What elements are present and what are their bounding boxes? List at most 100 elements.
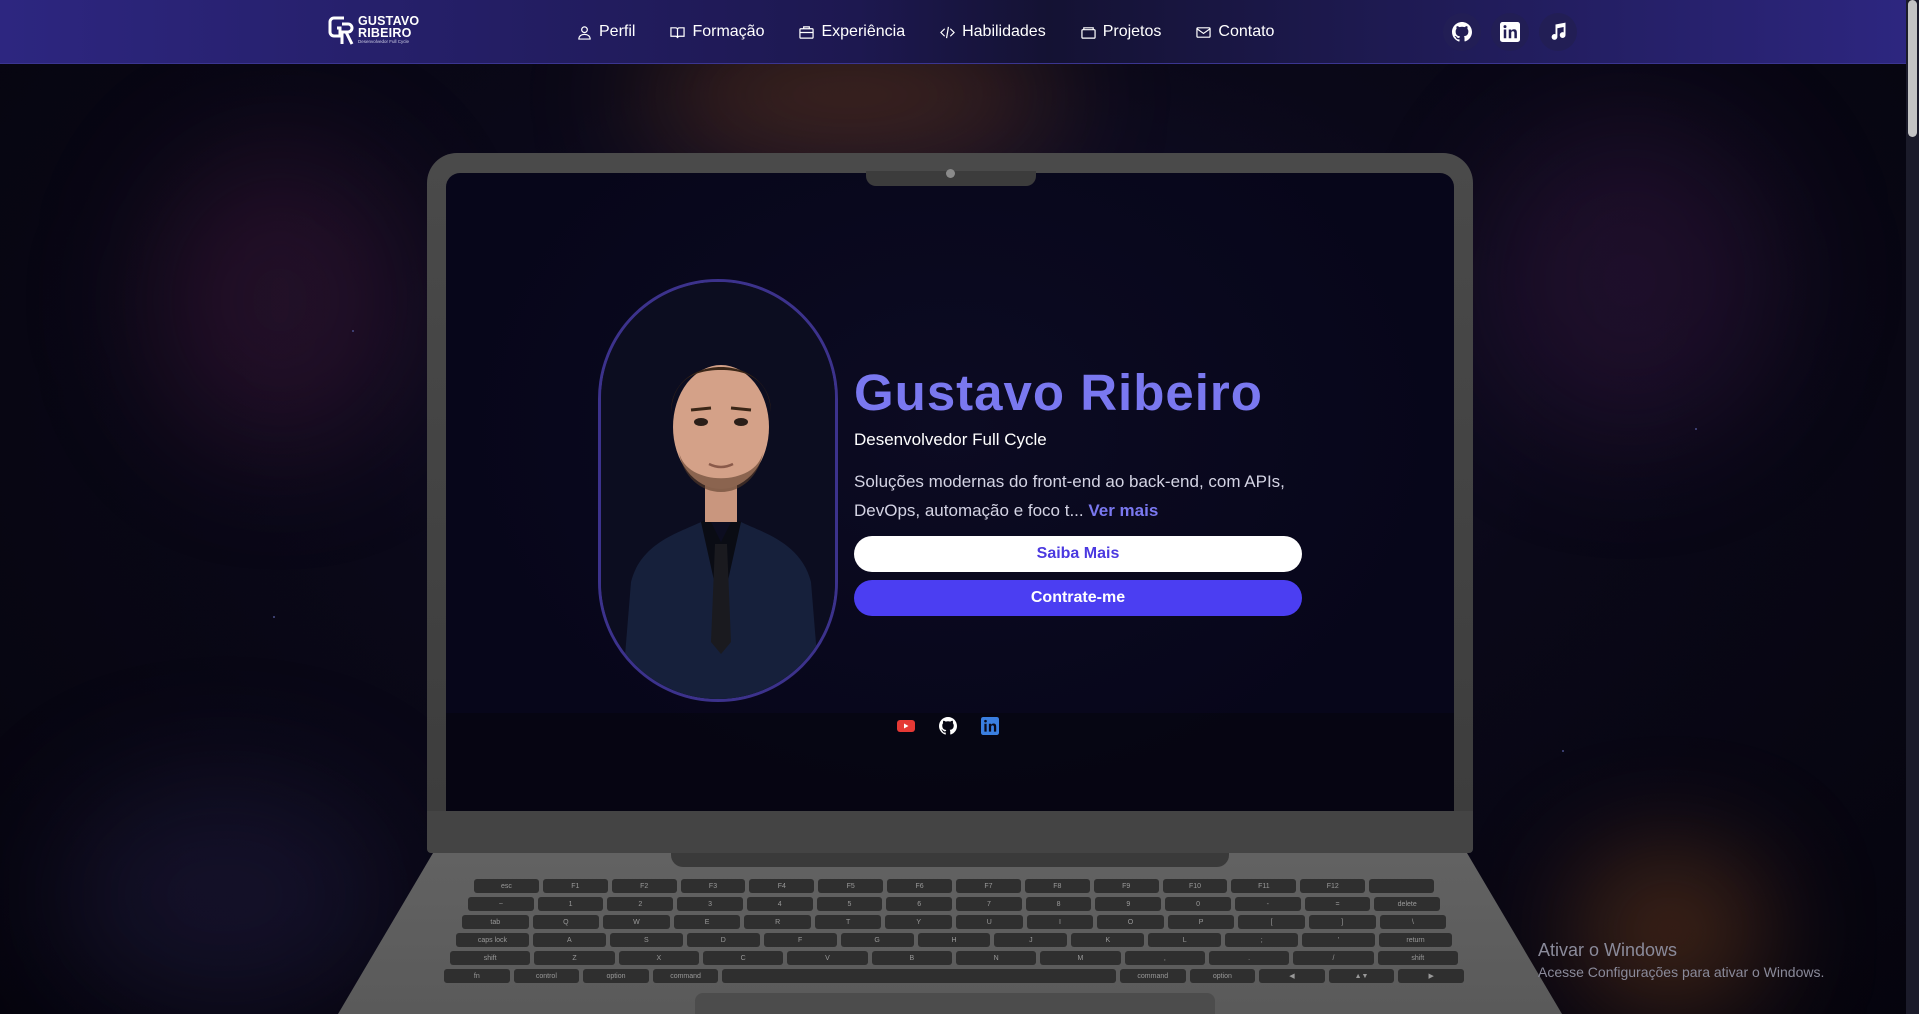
key: A [532, 933, 606, 947]
music-button[interactable] [1539, 13, 1577, 51]
key: . [1208, 951, 1290, 965]
logo-tagline: Desenvolvedor Full Cycle [358, 39, 410, 44]
key: F8 [1024, 879, 1090, 893]
nav-item-label: Perfil [599, 23, 636, 40]
key: fn [444, 969, 510, 983]
nav-item-label: Habilidades [962, 23, 1046, 40]
user-icon [578, 25, 591, 40]
key: 1 [537, 897, 604, 911]
key: G [840, 933, 914, 947]
github-link[interactable] [939, 717, 957, 735]
laptop-hinge [671, 853, 1229, 867]
hero-description-text: Soluções modernas do front-end ao back-e… [854, 472, 1285, 520]
github-icon [939, 717, 957, 735]
github-button[interactable] [1443, 13, 1481, 51]
key: I [1026, 915, 1094, 929]
key: F2 [611, 879, 677, 893]
key: Z [534, 951, 615, 965]
ver-mais-link[interactable]: Ver mais [1088, 501, 1158, 520]
space-key [722, 969, 1116, 983]
key: E [673, 915, 741, 929]
mail-icon [1196, 26, 1212, 38]
nav-item-contato[interactable]: Contato [1196, 23, 1274, 41]
keyboard-row: fn control option command command option… [444, 969, 1464, 983]
key [1369, 879, 1435, 893]
key: N [955, 951, 1037, 965]
key: F11 [1231, 879, 1297, 893]
key: \ [1379, 915, 1447, 929]
key: 3 [677, 897, 743, 911]
laptop-trackpad [695, 993, 1215, 1014]
linkedin-link[interactable] [981, 717, 999, 735]
contrate-me-button[interactable]: Contrate-me [854, 580, 1302, 616]
windows-activation-watermark: Ativar o Windows Acesse Configurações pa… [1538, 940, 1824, 980]
nav-item-label: Formação [692, 23, 765, 40]
key: control [513, 969, 580, 983]
logo-monogram-icon [328, 14, 354, 46]
key: W [603, 915, 670, 929]
top-navbar: GUSTAVO RIBEIRO Desenvolvedor Full Cycle… [0, 0, 1906, 64]
main-nav: Perfil Formação Experiência Habilidades … [577, 0, 1309, 64]
key: J [994, 933, 1068, 947]
key: 2 [607, 897, 674, 911]
key: F12 [1300, 879, 1366, 893]
nav-item-label: Experiência [821, 23, 906, 40]
nav-item-projetos[interactable]: Projetos [1081, 23, 1162, 41]
key: F10 [1162, 879, 1228, 893]
hero-name: Gustavo Ribeiro [854, 364, 1263, 421]
nav-item-label: Projetos [1102, 23, 1162, 40]
book-icon [670, 26, 686, 38]
key: 8 [1025, 897, 1092, 911]
background-glow [60, 780, 390, 1010]
background-glow [1480, 120, 1780, 440]
key: delete [1374, 897, 1441, 911]
briefcase-icon [799, 25, 815, 39]
key: X [618, 951, 699, 965]
key: C [702, 951, 784, 965]
key: F9 [1093, 879, 1159, 893]
linkedin-icon [1500, 22, 1520, 42]
key: K [1071, 933, 1145, 947]
key: command [1119, 969, 1186, 983]
key: U [956, 915, 1023, 929]
folder-icon [1081, 26, 1096, 39]
hero-social-links [897, 717, 999, 735]
youtube-link[interactable] [897, 717, 915, 735]
key: O [1097, 915, 1164, 929]
key: F6 [887, 879, 953, 893]
key: L [1148, 933, 1222, 947]
key: return [1379, 933, 1452, 947]
key: option [583, 969, 649, 983]
nav-item-experiencia[interactable]: Experiência [799, 23, 905, 41]
key: F3 [680, 879, 746, 893]
keyboard-row: tab Q W E R T Y U I O P [ ] \ [462, 915, 1447, 929]
linkedin-button[interactable] [1491, 13, 1529, 51]
key: F [763, 933, 837, 947]
site-logo[interactable]: GUSTAVO RIBEIRO Desenvolvedor Full Cycle [328, 14, 419, 46]
key: V [787, 951, 868, 965]
linkedin-icon [981, 717, 999, 735]
key: R [744, 915, 811, 929]
scrollbar-thumb[interactable] [1908, 0, 1917, 137]
nav-item-habilidades[interactable]: Habilidades [940, 23, 1046, 41]
laptop-lid-bottom [427, 811, 1473, 853]
key: F7 [956, 879, 1021, 893]
key: 0 [1165, 897, 1231, 911]
saiba-mais-button[interactable]: Saiba Mais [854, 536, 1302, 572]
laptop-keyboard: esc F1 F2 F3 F4 F5 F6 F7 F8 F9 F10 F11 F… [420, 873, 1480, 983]
hero-role: Desenvolvedor Full Cycle [854, 430, 1047, 449]
key: esc [474, 879, 539, 893]
page-scrollbar[interactable] [1906, 0, 1919, 1014]
camera-icon [946, 169, 955, 178]
key: T [814, 915, 882, 929]
youtube-icon [897, 720, 915, 732]
nav-item-formacao[interactable]: Formação [670, 23, 764, 41]
key: = [1304, 897, 1371, 911]
logo-line-2: RIBEIRO [358, 26, 412, 40]
keyboard-row: esc F1 F2 F3 F4 F5 F6 F7 F8 F9 F10 F11 F… [474, 879, 1435, 893]
key: S [609, 933, 683, 947]
key: 6 [886, 897, 953, 911]
key: , [1124, 951, 1205, 965]
key: ▲▼ [1328, 969, 1395, 983]
nav-item-perfil[interactable]: Perfil [577, 23, 635, 41]
